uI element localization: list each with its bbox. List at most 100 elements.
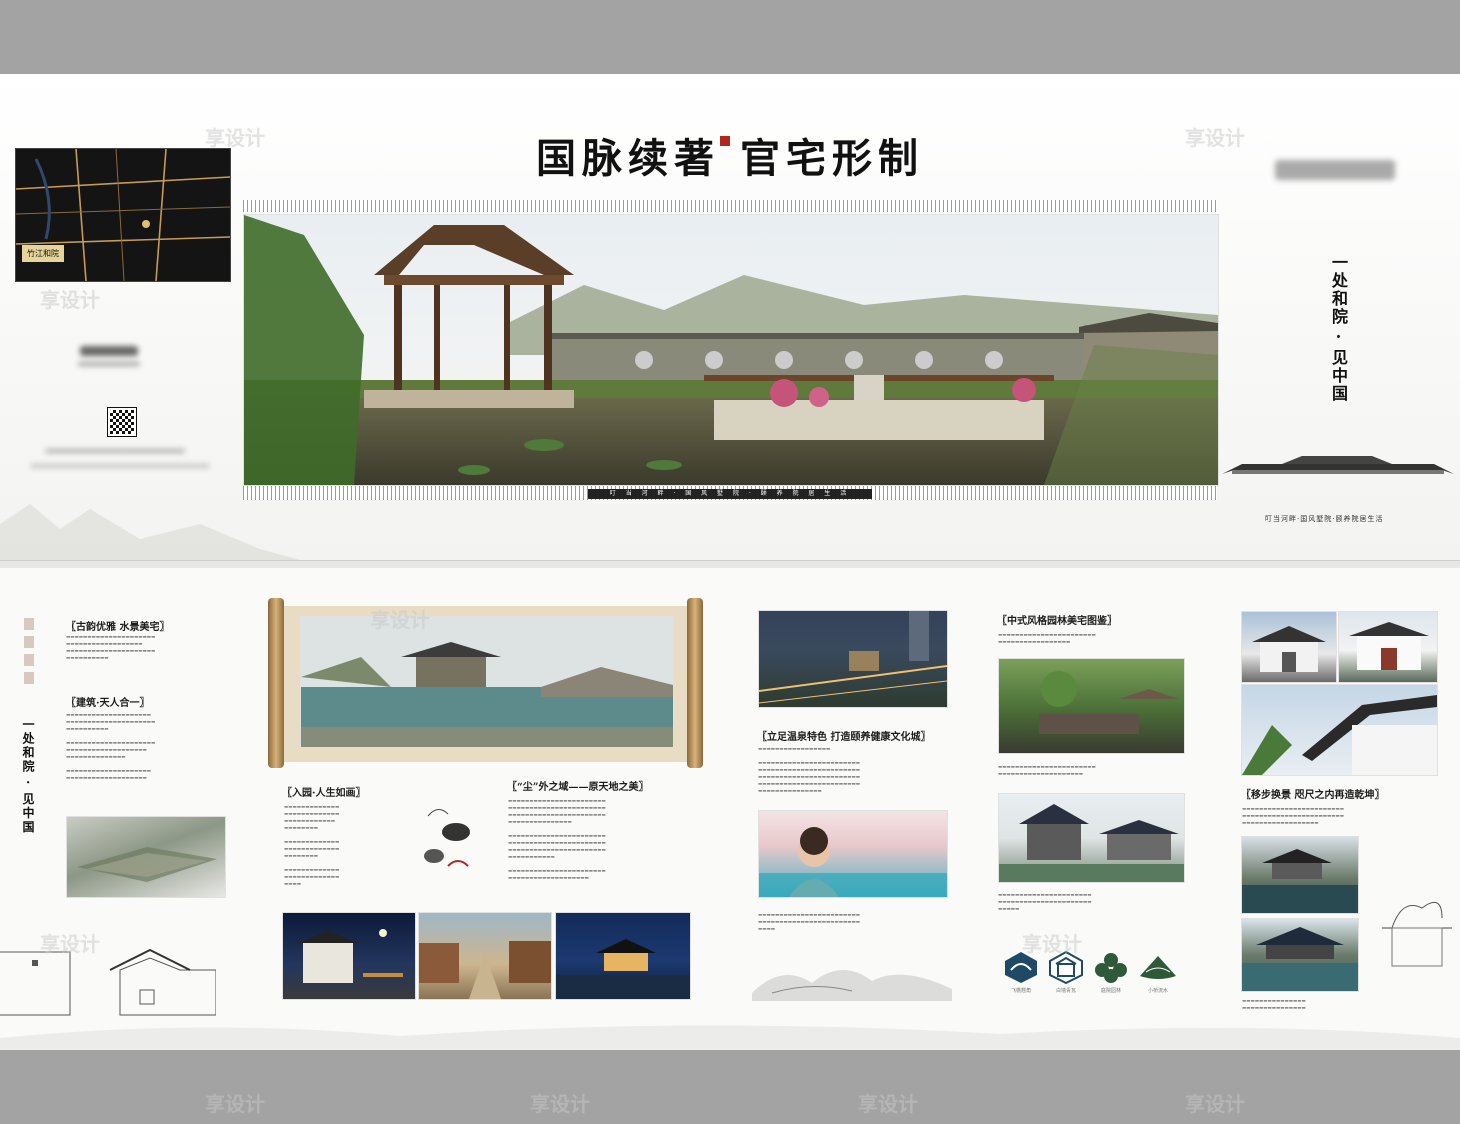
night-pavilion-svg [556, 939, 690, 999]
city-svg [759, 611, 947, 704]
section-text-5: ▬▬▬▬▬▬▬▬▬▬▬▬▬▬▬▬▬ ▬▬▬▬▬▬▬▬▬▬▬▬▬▬▬▬▬▬▬▬▬▬▬… [758, 747, 861, 794]
heading-text: 古韵优雅 水景美宅 [76, 622, 160, 633]
lake-svg [1242, 927, 1358, 991]
top-brochure-panel: 竹江和院 国脉续著 官宅形制 叮 当 河 畔 · 国 风 墅 院 · 颐 养 院… [0, 74, 1460, 560]
watermark: 享设计 [205, 126, 265, 150]
garden-icon [1095, 953, 1127, 983]
section-text-6: ▬▬▬▬▬▬▬▬▬▬▬▬▬▬▬▬▬▬▬▬▬▬▬ ▬▬▬▬▬▬▬▬▬▬▬▬▬▬▬▬▬ [998, 633, 1096, 645]
heading-text: “尘”外之域——原天地之美 [517, 782, 639, 793]
top-gray-band [0, 0, 1460, 74]
icon-bridge-water: 小桥流水 [1138, 950, 1178, 995]
section-text-4: ▬▬▬▬▬▬▬▬▬▬▬▬▬▬▬▬▬▬▬▬▬▬▬ ▬▬▬▬▬▬▬▬▬▬▬▬▬▬▬▬▬… [508, 799, 606, 881]
page-title: 国脉续著 官宅形制 [536, 135, 924, 182]
watermark: 享设计 [370, 608, 430, 632]
heading-text: 移步换景 咫尺之内再造乾坤 [1251, 790, 1375, 801]
watermark: 享设计 [205, 1092, 265, 1116]
eave-detail-photo [1241, 684, 1438, 776]
vertical-slogan-left: 一处和院 · 见中国 [21, 718, 35, 835]
section-text-7: ▬▬▬▬▬▬▬▬▬▬▬▬▬▬▬▬▬▬▬▬▬▬▬▬ ▬▬▬▬▬▬▬▬▬▬▬▬▬▬▬▬… [1242, 807, 1345, 826]
aerial-svg [77, 847, 217, 882]
roof-ornament-drawing [1382, 901, 1452, 967]
street-svg [419, 941, 551, 999]
heading-text: 中式风格园林美宅图鉴 [1007, 616, 1107, 627]
watermark: 享设计 [40, 932, 100, 956]
scroll-rod-left [268, 598, 284, 768]
gate-photo [1241, 611, 1337, 683]
roof-svg [1222, 456, 1454, 474]
pavilion-photo [998, 793, 1185, 883]
blurred-logo [80, 346, 138, 356]
pond-pavilion-photo [1241, 836, 1359, 914]
roof-eave-illustration [1222, 456, 1454, 478]
ink-landscape [752, 969, 952, 1001]
location-map: 竹江和院 [15, 148, 231, 282]
night-courtyard-svg [298, 929, 403, 983]
icon-label: 白墙青瓦 [1055, 988, 1076, 994]
qr-code [107, 407, 137, 437]
watermark: 享设计 [858, 1092, 918, 1116]
koi-lotus-ink [424, 809, 470, 867]
pavilion-svg [999, 804, 1184, 882]
night-courtyard-photo [282, 912, 416, 1000]
heading-text: 建筑·天人合一 [76, 698, 140, 709]
city-night-aerial-photo [758, 610, 948, 708]
right-tagline: 叮当河畔·国风墅院·颐养院居生活 [1265, 515, 1384, 523]
hot-spring-photo [758, 810, 948, 898]
watermark: 享设计 [1185, 126, 1245, 150]
section-heading-6: 〖中式风格园林美宅图鉴〗 [997, 616, 1117, 627]
lake-pavilion-photo [1241, 918, 1359, 992]
section-text-5b: ▬▬▬▬▬▬▬▬▬▬▬▬▬▬▬▬▬▬▬▬▬▬▬▬ ▬▬▬▬▬▬▬▬▬▬▬▬▬▬▬▬… [758, 913, 861, 932]
icon-label: 庭院园林 [1100, 988, 1121, 994]
villa-photo [1338, 611, 1438, 683]
blurred-brand-logo [1275, 160, 1395, 180]
watermark: 享设计 [40, 288, 100, 312]
eave-svg [1242, 695, 1437, 775]
night-pavilion-photo [555, 912, 691, 1000]
section-text-1: ▬▬▬▬▬▬▬▬▬▬▬▬▬▬▬▬▬▬▬▬▬ ▬▬▬▬▬▬▬▬▬▬▬▬▬▬▬▬▬▬ ▬… [66, 635, 156, 661]
ink-wash-bottom [0, 1025, 1460, 1050]
garden-terrace-photo [998, 658, 1185, 754]
watermark: 享设计 [1022, 932, 1082, 956]
blurred-address [45, 449, 185, 453]
heading-text: 入园·人生如画 [292, 788, 356, 799]
section-heading-2: 〖建筑·天人合一〗 [66, 698, 150, 709]
fan-bridge-icon [1140, 956, 1176, 979]
icon-label: 小桥流水 [1147, 988, 1168, 994]
street-photo [418, 912, 552, 1000]
title-seal [720, 136, 730, 146]
watermark: 享设计 [1185, 1092, 1245, 1116]
section-text-6b: ▬▬▬▬▬▬▬▬▬▬▬▬▬▬▬▬▬▬▬▬▬▬▬ ▬▬▬▬▬▬▬▬▬▬▬▬▬▬▬▬▬… [998, 765, 1096, 777]
section-heading-3: 〖入园·人生如画〗 [282, 788, 366, 799]
hero-caption: 叮 当 河 畔 · 国 风 墅 院 · 颐 养 院 居 生 活 [588, 489, 872, 499]
watermark: 享设计 [530, 1092, 590, 1116]
blurred-phone [78, 362, 140, 366]
blurred-footer [30, 464, 210, 468]
garden-illustration [244, 215, 1218, 485]
section-text-6c: ▬▬▬▬▬▬▬▬▬▬▬▬▬▬▬▬▬▬▬▬▬▬ ▬▬▬▬▬▬▬▬▬▬▬▬▬▬▬▬▬▬… [998, 893, 1092, 912]
villa-svg [1349, 622, 1429, 670]
heading-text: 立足温泉特色 打造颐养健康文化城 [767, 732, 921, 743]
pond-svg [1242, 849, 1358, 913]
section-text-3: ▬▬▬▬▬▬▬▬▬▬▬▬▬ ▬▬▬▬▬▬▬▬▬▬▬▬▬ ▬▬▬▬▬▬▬▬▬▬▬▬ ▬▬… [284, 805, 340, 887]
hero-frame-top [243, 200, 1217, 212]
section-heading-4: 〖“尘”外之域——原天地之美〗 [507, 782, 649, 793]
ink-mountain [0, 504, 300, 560]
scroll-garden-svg [301, 617, 673, 747]
scroll-garden-photo [300, 616, 674, 748]
aerial-view-photo [66, 816, 226, 898]
bottom-brochure-panel: 一处和院 · 见中国 〖古韵优雅 水景美宅〗 ▬▬▬▬▬▬▬▬▬▬▬▬▬▬▬▬▬… [0, 568, 1460, 1050]
hero-garden-image [243, 214, 1219, 486]
gate-svg [1252, 626, 1326, 672]
icon-label: 飞檐翘角 [1010, 988, 1031, 994]
section-text-2: ▬▬▬▬▬▬▬▬▬▬▬▬▬▬▬▬▬▬▬▬ ▬▬▬▬▬▬▬▬▬▬▬▬▬▬▬▬▬▬▬▬… [66, 713, 156, 781]
section-heading-1: 〖古韵优雅 水景美宅〗 [66, 622, 170, 633]
scroll-rod-right [687, 598, 703, 768]
terrace-svg [1039, 671, 1179, 734]
hot-spring-svg [759, 827, 947, 897]
vertical-slogan: 一处和院 · 见中国 [1329, 254, 1348, 403]
section-heading-5: 〖立足温泉特色 打造颐养健康文化城〗 [757, 732, 931, 743]
section-heading-7: 〖移步换景 咫尺之内再造乾坤〗 [1241, 790, 1385, 801]
seal-stack [24, 618, 34, 688]
icon-garden: 庭院园林 [1093, 950, 1129, 995]
map-label: 竹江和院 [22, 245, 64, 262]
